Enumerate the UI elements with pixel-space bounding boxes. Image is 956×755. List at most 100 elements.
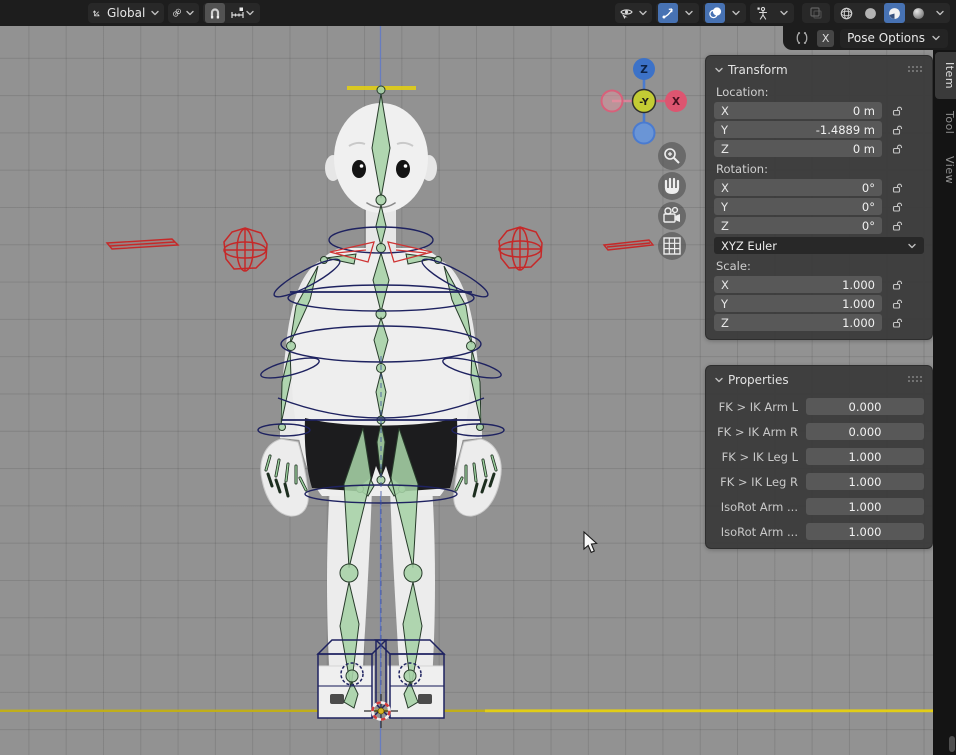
axis-value: 0° [862, 181, 875, 195]
rotation-y-field[interactable]: Y 0° [714, 198, 882, 215]
properties-panel: Properties FK > IK Arm L 0.000 FK > IK A… [705, 365, 933, 549]
shading-solid-button[interactable] [860, 3, 881, 23]
pan-button[interactable] [658, 172, 686, 200]
scale-y-field[interactable]: Y 1.000 [714, 295, 882, 312]
ik-hand-control-left[interactable] [224, 228, 267, 271]
lock-location-y[interactable] [882, 121, 912, 138]
zoom-button[interactable] [658, 142, 686, 170]
unlock-icon [891, 201, 903, 213]
rotation-z-field[interactable]: Z 0° [714, 217, 882, 234]
scale-z-row: Z 1.000 [714, 314, 924, 331]
axis-value: 0 m [853, 142, 875, 156]
shading-rendered-button[interactable] [908, 3, 929, 23]
axis-label: X [721, 181, 729, 195]
rotation-x-field[interactable]: X 0° [714, 179, 882, 196]
chevron-down-icon [779, 8, 789, 18]
panel-drag-grip[interactable] [908, 66, 924, 74]
location-z-row: Z 0 m [714, 140, 924, 157]
lock-rotation-y[interactable] [882, 198, 912, 215]
properties-panel-header[interactable]: Properties [714, 370, 924, 390]
shading-wireframe-button[interactable] [836, 3, 857, 23]
lock-scale-z[interactable] [882, 314, 912, 331]
armature-xray-toggle[interactable] [752, 3, 773, 23]
camera-view-button[interactable] [658, 202, 686, 230]
ortho-toggle-button[interactable] [658, 232, 686, 260]
lock-rotation-x[interactable] [882, 179, 912, 196]
armature-xray-group [750, 3, 794, 23]
panel-expand-icon [714, 65, 724, 75]
isorot-arm-r-slider[interactable]: 1.000 [806, 523, 924, 540]
transform-orientation-dropdown[interactable]: Global [88, 3, 164, 23]
mirror-x-label: X [822, 32, 830, 45]
xray-toggle[interactable] [802, 3, 830, 23]
axis-label: Z [721, 142, 729, 156]
armature-xray-dropdown[interactable] [776, 3, 792, 23]
snap-target-dropdown[interactable] [227, 3, 258, 23]
isorot-arm-l-slider[interactable]: 1.000 [806, 498, 924, 515]
scale-y-row: Y 1.000 [714, 295, 924, 312]
chevron-down-icon [638, 8, 648, 18]
lock-scale-x[interactable] [882, 276, 912, 293]
location-z-field[interactable]: Z 0 m [714, 140, 882, 157]
location-x-field[interactable]: X 0 m [714, 102, 882, 119]
property-row: IsoRot Arm ... 1.000 [714, 498, 924, 515]
shading-dropdown[interactable] [932, 3, 948, 23]
gizmo-axis-neg-x[interactable] [602, 91, 623, 112]
lock-scale-y[interactable] [882, 295, 912, 312]
property-value: 1.000 [849, 500, 882, 514]
scale-z-field[interactable]: Z 1.000 [714, 314, 882, 331]
elbow-pole-control-right[interactable] [604, 240, 653, 250]
property-label: FK > IK Leg L [714, 450, 806, 464]
armature-xray-icon [755, 6, 770, 20]
fk-ik-leg-l-slider[interactable]: 1.000 [806, 448, 924, 465]
location-y-field[interactable]: Y -1.4889 m [714, 121, 882, 138]
axis-label: Z [721, 316, 729, 330]
transform-panel-header[interactable]: Transform [714, 60, 924, 80]
root-bone-line-bright[interactable] [485, 709, 956, 712]
mirror-x-toggle[interactable]: X [817, 30, 834, 47]
fk-ik-leg-r-slider[interactable]: 1.000 [806, 473, 924, 490]
orientation-label: Global [105, 6, 147, 20]
tab-tool[interactable]: Tool [935, 101, 956, 144]
lock-rotation-z[interactable] [882, 217, 912, 234]
x-axis-mirror-icon [793, 30, 811, 46]
axis-label: Y [721, 123, 728, 137]
unlock-icon [891, 279, 903, 291]
location-x-row: X 0 m [714, 102, 924, 119]
lock-location-x[interactable] [882, 102, 912, 119]
sidebar-scrollbar[interactable] [949, 736, 955, 752]
ik-hand-control-right[interactable] [499, 227, 542, 270]
panel-expand-icon [714, 375, 724, 385]
gizmos-dropdown[interactable] [681, 3, 697, 23]
unlock-icon [891, 220, 903, 232]
location-label: Location: [716, 85, 924, 99]
panel-drag-grip[interactable] [908, 376, 924, 384]
show-overlays-toggle[interactable] [705, 3, 725, 23]
properties-panel-title: Properties [728, 373, 789, 387]
unlock-icon [891, 143, 903, 155]
gizmo-axis-neg-z[interactable] [634, 123, 655, 144]
snap-target-icon [230, 6, 245, 20]
chevron-down-icon [907, 241, 917, 251]
pivot-point-dropdown[interactable] [168, 3, 199, 23]
chevron-down-icon [731, 8, 741, 18]
navigation-gizmo[interactable]: Z X -Y [602, 58, 688, 144]
snap-magnet-toggle[interactable] [205, 3, 225, 23]
show-gizmos-toggle[interactable] [658, 3, 678, 23]
elbow-pole-control-left[interactable] [107, 239, 178, 249]
axis-label: X [721, 278, 729, 292]
chevron-down-icon [185, 8, 195, 18]
fk-ik-arm-l-slider[interactable]: 0.000 [806, 398, 924, 415]
scale-x-field[interactable]: X 1.000 [714, 276, 882, 293]
pose-options-dropdown[interactable]: Pose Options [840, 29, 948, 48]
fk-ik-arm-r-slider[interactable]: 0.000 [806, 423, 924, 440]
object-visibility-dropdown[interactable] [615, 3, 652, 23]
property-label: IsoRot Arm ... [714, 500, 806, 514]
lock-location-z[interactable] [882, 140, 912, 157]
tab-view[interactable]: View [935, 146, 956, 194]
shading-material-button[interactable] [884, 3, 905, 23]
tab-item[interactable]: Item [935, 52, 956, 99]
rotation-y-row: Y 0° [714, 198, 924, 215]
rotation-mode-dropdown[interactable]: XYZ Euler [714, 237, 924, 254]
overlays-dropdown[interactable] [728, 3, 744, 23]
